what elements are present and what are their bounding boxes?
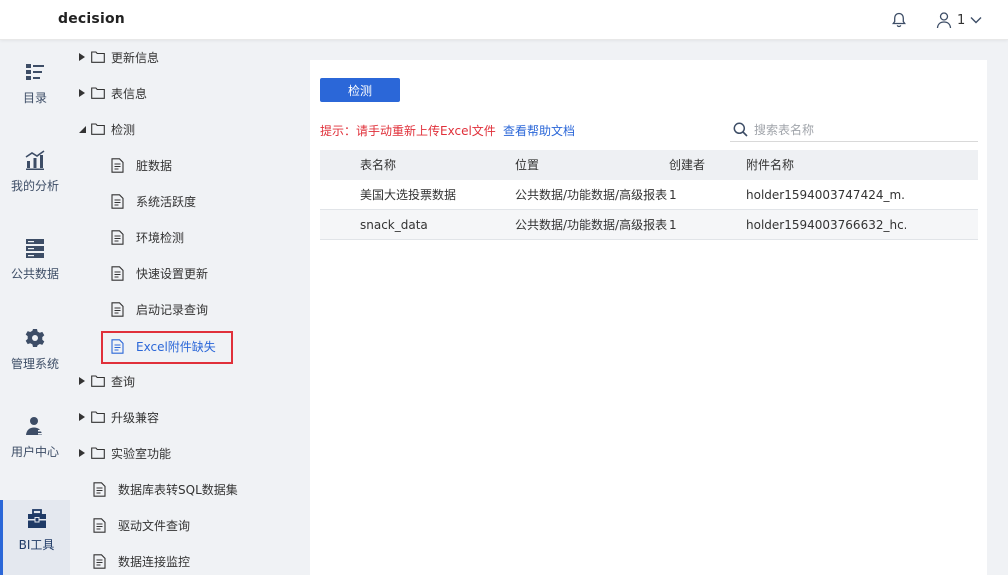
folder-icon [91, 123, 105, 135]
table-row[interactable]: 美国大选投票数据 公共数据/功能数据/高级报表 1 holder15940037… [320, 180, 978, 210]
detect-button[interactable]: 检测 [320, 78, 400, 102]
rail-label: 管理系统 [10, 357, 59, 371]
tree-folder-update-info[interactable]: 更新信息 [78, 47, 159, 67]
search-input[interactable] [754, 122, 964, 137]
cell-table-name: 美国大选投票数据 [360, 188, 457, 202]
tree-item-dirty-data[interactable]: 脏数据 [111, 155, 172, 175]
tree-folder-lab[interactable]: 实验室功能 [78, 443, 171, 463]
document-icon [111, 301, 124, 317]
tree-label: 快速设置更新 [136, 266, 209, 281]
analysis-icon [25, 150, 45, 170]
main-panel: 检测 提示：请手动重新上传Excel文件 查看帮助文档 表名称 位置 创建者 附… [310, 60, 987, 575]
folder-icon [91, 411, 105, 423]
help-doc-link[interactable]: 查看帮助文档 [503, 122, 575, 139]
tree-label: 实验室功能 [111, 446, 172, 461]
data-icon [26, 239, 44, 258]
tree-label: 查询 [111, 374, 136, 389]
column-header-table-name: 表名称 [360, 158, 397, 172]
rail-item-catalog[interactable]: 目录 [0, 61, 70, 141]
bell-icon[interactable] [890, 11, 908, 29]
catalog-icon [26, 64, 44, 80]
tree-label: 数据连接监控 [118, 554, 191, 569]
gear-icon [25, 329, 45, 347]
document-icon [93, 553, 106, 569]
caret-right-icon [78, 47, 86, 67]
document-icon [111, 157, 124, 173]
tree-item-driver-query[interactable]: 驱动文件查询 [93, 515, 190, 535]
cell-creator: 1 [669, 218, 677, 232]
chevron-down-icon [970, 17, 982, 24]
tree-label: 系统活跃度 [136, 194, 197, 209]
document-icon [93, 517, 106, 533]
nav-rail: 目录 我的分析 公共数据 管理系统 用户中心 BI工具 [0, 41, 70, 575]
tree-folder-detect[interactable]: 检测 [78, 119, 135, 139]
tool-tree: 更新信息 表信息 检测 脏数据 系统活跃度 环境检测 快速设置更新 启动记录查询… [70, 41, 300, 575]
tree-label: 脏数据 [136, 158, 173, 173]
tree-folder-query[interactable]: 查询 [78, 371, 135, 391]
folder-icon [91, 447, 105, 459]
toolbox-icon [27, 509, 46, 528]
rail-item-management[interactable]: 管理系统 [0, 327, 70, 407]
tree-label: 数据库表转SQL数据集 [118, 482, 238, 497]
user-center-icon [26, 417, 45, 435]
table-header: 表名称 位置 创建者 附件名称 [320, 150, 978, 180]
rail-label: 我的分析 [10, 179, 59, 193]
tree-label: 表信息 [111, 86, 148, 101]
rail-label: 目录 [22, 91, 47, 105]
rail-item-user-center[interactable]: 用户中心 [0, 415, 70, 495]
tree-label: 升级兼容 [111, 410, 160, 425]
tree-item-conn-monitor[interactable]: 数据连接监控 [93, 551, 190, 571]
document-icon [93, 481, 106, 497]
tree-item-startup-log[interactable]: 启动记录查询 [111, 299, 208, 319]
selection-highlight [101, 331, 233, 364]
missing-excel-table: 表名称 位置 创建者 附件名称 美国大选投票数据 公共数据/功能数据/高级报表 … [320, 150, 978, 240]
cell-creator: 1 [669, 188, 677, 202]
tree-item-system-activity[interactable]: 系统活跃度 [111, 191, 196, 211]
cell-attachment: holder1594003747424_m... [746, 188, 906, 202]
user-menu[interactable]: 1 [936, 10, 982, 30]
user-name: 1 [957, 12, 966, 28]
cell-location: 公共数据/功能数据/高级报表 [515, 218, 667, 232]
column-header-location: 位置 [515, 158, 540, 172]
folder-icon [91, 375, 105, 387]
search-icon [733, 122, 748, 137]
document-icon [111, 265, 124, 281]
tree-label: 启动记录查询 [136, 302, 209, 317]
column-header-attachment: 附件名称 [746, 158, 795, 172]
tree-item-env-check[interactable]: 环境检测 [111, 227, 184, 247]
document-icon [111, 229, 124, 245]
tree-folder-table-info[interactable]: 表信息 [78, 83, 147, 103]
tree-item-db-to-sql[interactable]: 数据库表转SQL数据集 [93, 479, 238, 499]
rail-label: 用户中心 [10, 445, 59, 459]
tree-item-quick-update[interactable]: 快速设置更新 [111, 263, 208, 283]
user-icon [936, 12, 952, 29]
caret-down-icon [78, 119, 86, 139]
tree-folder-upgrade[interactable]: 升级兼容 [78, 407, 159, 427]
caret-right-icon [78, 407, 86, 427]
hint-text: 提示：请手动重新上传Excel文件 [320, 124, 496, 138]
tree-label: 更新信息 [111, 50, 160, 65]
folder-icon [91, 51, 105, 63]
rail-item-analysis[interactable]: 我的分析 [0, 149, 70, 229]
brand-title: decision [58, 11, 125, 27]
tree-label: 驱动文件查询 [118, 518, 191, 533]
cell-attachment: holder1594003766632_hc... [746, 218, 906, 232]
rail-label: BI工具 [18, 538, 55, 552]
top-header: decision 1 [0, 0, 1008, 40]
cell-table-name: snack_data [360, 218, 428, 232]
column-header-creator: 创建者 [669, 158, 706, 172]
folder-icon [91, 87, 105, 99]
rail-item-bi-tools[interactable]: BI工具 [0, 500, 70, 575]
table-row[interactable]: snack_data 公共数据/功能数据/高级报表 1 holder159400… [320, 210, 978, 240]
caret-right-icon [78, 83, 86, 103]
tree-label: 检测 [111, 122, 136, 137]
cell-location: 公共数据/功能数据/高级报表 [515, 188, 667, 202]
search-box [730, 118, 978, 142]
rail-label: 公共数据 [10, 267, 59, 281]
document-icon [111, 193, 124, 209]
rail-item-public-data[interactable]: 公共数据 [0, 237, 70, 317]
caret-right-icon [78, 443, 86, 463]
caret-right-icon [78, 371, 86, 391]
tree-label: 环境检测 [136, 230, 185, 245]
